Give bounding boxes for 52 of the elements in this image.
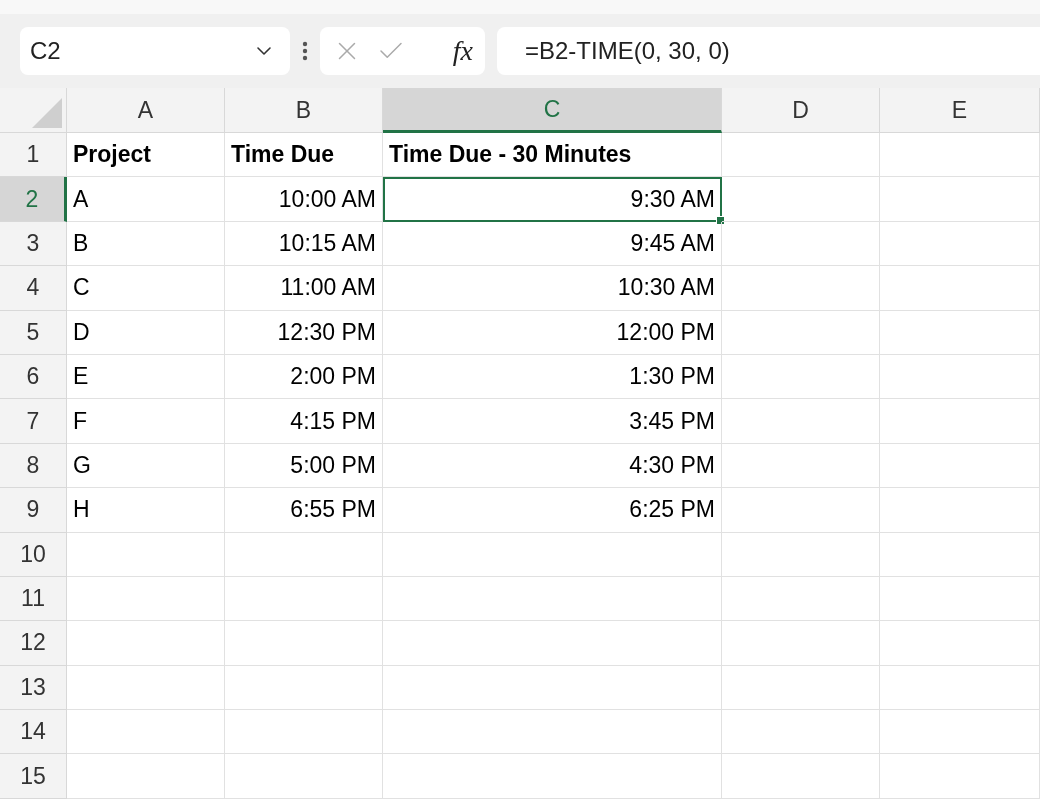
column-header[interactable]: C	[383, 88, 722, 133]
column-header[interactable]: A	[67, 88, 225, 133]
table-cell: 2:00 PM	[225, 354, 383, 400]
table-cell: 10:00 AM	[225, 177, 383, 222]
table-cell: 5:00 PM	[225, 443, 383, 489]
row-header[interactable]: 2	[0, 177, 67, 222]
insert-function-button[interactable]: fx	[452, 35, 473, 67]
table-cell: 10:30 AM	[383, 266, 722, 311]
table-cell: 4:15 PM	[225, 399, 383, 444]
table-cell: F	[67, 399, 225, 444]
selected-cell: 9:30 AM	[383, 177, 722, 222]
column-header[interactable]: D	[722, 88, 880, 133]
table-cell: G	[67, 443, 225, 489]
table-cell: 12:30 PM	[225, 310, 383, 355]
row-header[interactable]: 7	[0, 399, 67, 444]
table-cell: 3:45 PM	[383, 399, 722, 444]
table-cell: Time Due - 30 Minutes	[383, 133, 722, 178]
table-cell: 9:45 AM	[383, 221, 722, 267]
row-header[interactable]: 13	[0, 665, 67, 711]
row-header[interactable]: 15	[0, 754, 67, 799]
row-header[interactable]: 9	[0, 488, 67, 533]
table-cell: H	[67, 488, 225, 533]
table-cell: Time Due	[225, 133, 383, 178]
table-cell: 6:55 PM	[225, 488, 383, 533]
table-cell: 12:00 PM	[383, 310, 722, 355]
row-header[interactable]: 5	[0, 310, 67, 355]
row-header[interactable]: 12	[0, 621, 67, 666]
table-cell: 1:30 PM	[383, 354, 722, 400]
table-cell: 11:00 AM	[225, 266, 383, 311]
table-cell: 10:15 AM	[225, 221, 383, 267]
row-header[interactable]: 3	[0, 221, 67, 267]
formula-field[interactable]: =B2-TIME(0, 30, 0)	[497, 27, 1040, 75]
table-cell: A	[67, 177, 225, 222]
row-header[interactable]: 8	[0, 443, 67, 489]
row-header[interactable]: 11	[0, 576, 67, 622]
table-cell: 6:25 PM	[383, 488, 722, 533]
table-cell: 4:30 PM	[383, 443, 722, 489]
row-header[interactable]: 14	[0, 710, 67, 755]
name-box[interactable]: C2	[20, 27, 290, 75]
row-header[interactable]: 6	[0, 354, 67, 400]
table-cell: C	[67, 266, 225, 311]
table-cell: E	[67, 354, 225, 400]
row-header[interactable]: 10	[0, 532, 67, 577]
table-cell: Project	[67, 133, 225, 178]
column-header[interactable]: E	[880, 88, 1040, 133]
row-header[interactable]: 1	[0, 133, 67, 178]
table-cell: B	[67, 221, 225, 267]
more-options-icon[interactable]	[302, 39, 308, 63]
column-header[interactable]: B	[225, 88, 383, 133]
table-cell: D	[67, 310, 225, 355]
fill-handle-icon[interactable]	[716, 215, 725, 225]
row-header[interactable]: 4	[0, 266, 67, 311]
